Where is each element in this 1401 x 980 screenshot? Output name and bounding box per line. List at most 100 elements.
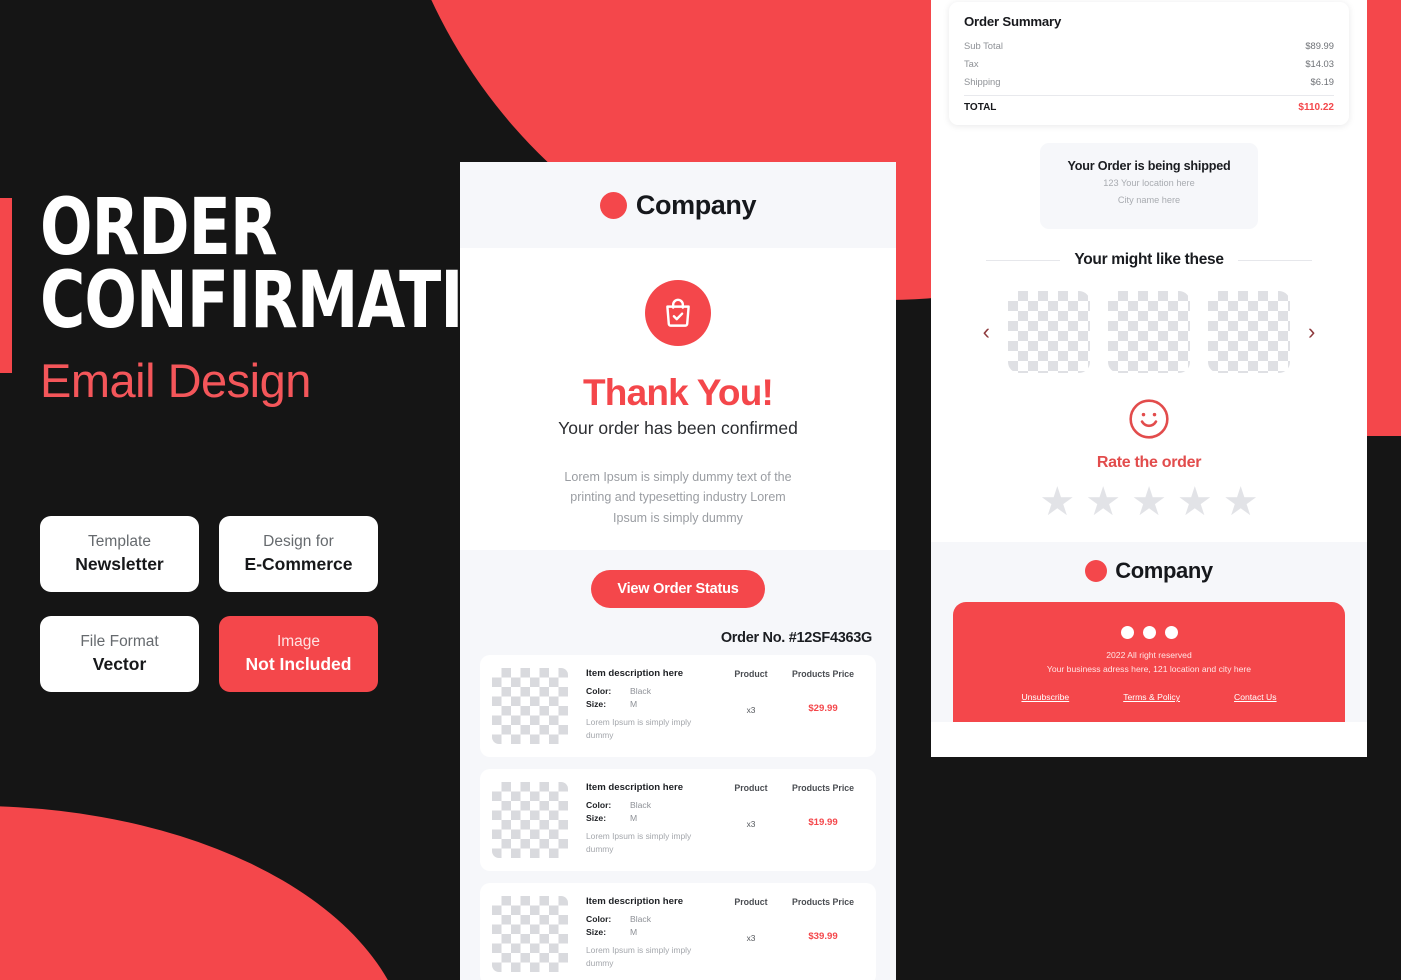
social-dot-icon[interactable] — [1164, 626, 1178, 640]
spec-card-image: Image Not Included — [219, 616, 378, 692]
attribute-label: Color: — [586, 800, 612, 811]
recommendation-thumbnail-placeholder-image[interactable] — [1108, 291, 1190, 374]
product-thumbnail-placeholder-image — [492, 668, 568, 745]
spec-card-key: File Format — [80, 633, 159, 650]
item-price-column: Products Price $39.99 — [782, 896, 864, 942]
spec-card-value: Vector — [92, 654, 147, 674]
order-details-section: View Order Status Order No. #12SF4363G I… — [460, 550, 896, 980]
spec-card-value: Not Included — [245, 654, 352, 674]
footer-address-text: Your business adress here, 121 location … — [1046, 664, 1252, 675]
background-red-accent-bar — [0, 198, 12, 373]
social-dot-icon[interactable] — [1142, 626, 1156, 640]
recommendation-thumbnail-placeholder-image[interactable] — [1208, 291, 1290, 374]
shopping-bag-check-icon — [645, 280, 711, 346]
company-name: Company — [1115, 558, 1213, 584]
summary-value: $6.19 — [1310, 75, 1334, 87]
item-description: Lorem Ipsum is simply imply dummy — [586, 944, 692, 968]
star-icon[interactable]: ★ — [1131, 482, 1167, 522]
order-item-row: Item description here Color: Black Size:… — [480, 883, 876, 980]
item-quantity-column: Product x3 — [720, 896, 782, 943]
summary-value: $89.99 — [1305, 40, 1334, 52]
attribute-value: Black — [630, 800, 652, 811]
center-email-mockup: Company Thank You! Your order has been c… — [460, 162, 896, 980]
item-price: $19.99 — [808, 817, 838, 829]
item-quantity-column: Product x3 — [720, 782, 782, 829]
rate-order-section: Rate the order ★ ★ ★ ★ ★ — [931, 373, 1367, 542]
spec-card-value: Newsletter — [75, 554, 164, 574]
star-icon[interactable]: ★ — [1223, 482, 1259, 522]
right-email-mockup: Order Summary Sub Total $89.99 Tax $14.0… — [931, 0, 1367, 757]
social-icons-row — [969, 626, 1329, 640]
order-item-row: Item description here Color: Black Size:… — [480, 655, 876, 758]
hero-body-text: Lorem Ipsum is simply dummy text of the … — [564, 470, 792, 525]
item-price: $39.99 — [808, 931, 838, 943]
promo-title-line-2: CONFIRMATION — [40, 255, 566, 346]
spec-card-key: Template — [88, 533, 151, 550]
company-logo-icon — [599, 191, 627, 219]
terms-policy-link[interactable]: Terms & Policy — [1123, 692, 1180, 702]
summary-total-label: TOTAL — [964, 102, 997, 114]
star-icon[interactable]: ★ — [1085, 482, 1121, 522]
summary-row-total: TOTAL $110.22 — [964, 98, 1334, 116]
summary-row-subtotal: Sub Total $89.99 — [964, 37, 1334, 55]
summary-label: Tax — [964, 58, 979, 70]
item-attribute-color: Color: Black — [586, 913, 720, 926]
social-dot-icon[interactable] — [1120, 626, 1134, 640]
order-item-details: Item description here Color: Black Size:… — [568, 896, 720, 970]
item-attribute-color: Color: Black — [586, 799, 720, 812]
unsubscribe-link[interactable]: Unsubscribe — [1021, 692, 1069, 702]
star-icon[interactable]: ★ — [1177, 482, 1213, 522]
shipping-status-title: Your Order is being shipped — [1067, 158, 1231, 173]
item-price-column: Products Price $29.99 — [782, 668, 864, 714]
item-price-column: Products Price $19.99 — [782, 782, 864, 828]
promo-title-line-1: ORDER — [40, 183, 278, 273]
chevron-right-icon[interactable]: › — [1308, 321, 1315, 343]
item-quantity-column: Product x3 — [720, 668, 782, 715]
spec-card-key: Image — [276, 633, 321, 650]
summary-label: Shipping — [964, 75, 1001, 87]
attribute-label: Color: — [586, 686, 612, 697]
spec-card-template: Template Newsletter — [40, 516, 199, 592]
item-quantity: x3 — [746, 819, 756, 830]
attribute-label: Size: — [586, 813, 607, 824]
view-order-status-button[interactable]: View Order Status — [591, 570, 765, 609]
summary-label: Sub Total — [964, 40, 1003, 52]
header-rule-right — [1237, 259, 1312, 261]
item-description: Lorem Ipsum is simply imply dummy — [586, 830, 692, 854]
spec-card-design-for: Design for E-Commerce — [219, 516, 378, 592]
column-header-product: Product — [734, 783, 768, 794]
chevron-left-icon[interactable]: ‹ — [983, 321, 990, 343]
product-thumbnail-placeholder-image — [492, 896, 568, 973]
email-footer: Company 2022 All right reserved Your bus… — [931, 542, 1367, 723]
summary-row-tax: Tax $14.03 — [964, 55, 1334, 73]
recommendations-section: Your might like these ‹ › — [931, 229, 1367, 374]
shipping-status-card: Your Order is being shipped 123 Your loc… — [1040, 142, 1258, 230]
footer-brand: Company — [931, 558, 1367, 584]
company-logo-icon — [1085, 560, 1108, 583]
item-attribute-size: Size: M — [586, 698, 720, 711]
promo-subtitle: Email Design — [40, 354, 311, 408]
attribute-label: Size: — [586, 927, 607, 938]
product-thumbnail-placeholder-image — [492, 782, 568, 859]
item-quantity: x3 — [746, 705, 756, 716]
attribute-value: M — [630, 699, 638, 710]
order-item-details: Item description here Color: Black Size:… — [568, 668, 720, 742]
item-attribute-size: Size: M — [586, 812, 720, 825]
footer-red-panel: 2022 All right reserved Your business ad… — [953, 602, 1345, 723]
contact-us-link[interactable]: Contact Us — [1234, 692, 1277, 702]
spec-card-value: E-Commerce — [244, 554, 353, 574]
footer-links: Unsubscribe Terms & Policy Contact Us — [969, 692, 1329, 702]
item-attribute-size: Size: M — [586, 926, 720, 939]
spec-card-file-format: File Format Vector — [40, 616, 199, 692]
recommendations-title: Your might like these — [1074, 251, 1224, 269]
recommendation-thumbnail-placeholder-image[interactable] — [1008, 291, 1090, 374]
email-header: Company — [460, 162, 896, 248]
company-name: Company — [635, 189, 757, 220]
attribute-value: M — [630, 927, 638, 938]
poster-canvas: ORDER CONFIRMATION Email Design Template… — [0, 0, 1401, 980]
star-rating-control[interactable]: ★ ★ ★ ★ ★ — [931, 482, 1367, 522]
item-title: Item description here — [586, 782, 684, 794]
spec-card-key: Design for — [263, 533, 334, 550]
star-icon[interactable]: ★ — [1039, 482, 1075, 522]
item-title: Item description here — [586, 896, 684, 908]
